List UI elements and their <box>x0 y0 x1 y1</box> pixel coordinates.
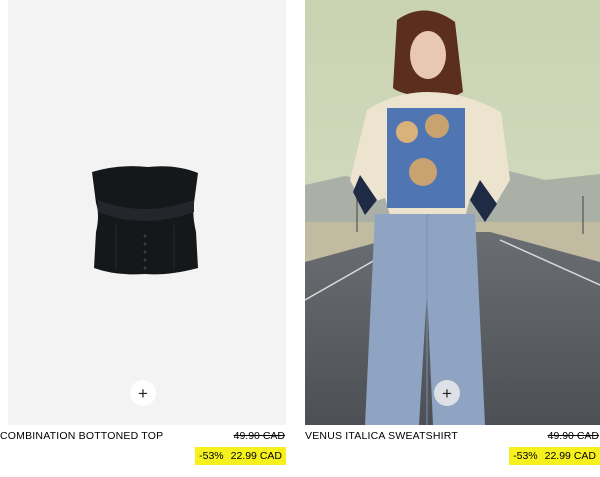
product-name[interactable]: COMBINATION BOTTONED TOP <box>0 430 163 442</box>
sale-price: 22.99 CAD <box>544 450 596 462</box>
product-image[interactable]: + <box>305 0 600 425</box>
product-info: VENUS ITALICA SWEATSHIRT 49.90 CAD -53% … <box>305 425 600 477</box>
add-to-cart-button[interactable]: + <box>434 380 460 406</box>
product-name[interactable]: VENUS ITALICA SWEATSHIRT <box>305 430 458 442</box>
product-card[interactable]: + VENUS ITALICA SWEATSHIRT 49.90 CAD -53… <box>305 0 600 477</box>
product-grid: + COMBINATION BOTTONED TOP 49.90 CAD -53… <box>0 0 600 477</box>
product-image[interactable]: + <box>8 0 286 425</box>
original-price: 49.90 CAD <box>547 430 599 442</box>
sale-price: 22.99 CAD <box>230 450 282 462</box>
add-to-cart-button[interactable]: + <box>130 380 156 406</box>
sale-price-badge: -53% 22.99 CAD <box>509 447 600 465</box>
discount-percent: -53% <box>513 450 538 462</box>
sale-price-badge: -53% 22.99 CAD <box>195 447 286 465</box>
discount-percent: -53% <box>199 450 224 462</box>
black-bandeau-top-photo <box>8 0 286 425</box>
product-info: COMBINATION BOTTONED TOP 49.90 CAD -53% … <box>0 425 286 477</box>
product-card[interactable]: + COMBINATION BOTTONED TOP 49.90 CAD -53… <box>0 0 286 477</box>
original-price: 49.90 CAD <box>233 430 285 442</box>
model-on-road-photo <box>305 0 600 425</box>
